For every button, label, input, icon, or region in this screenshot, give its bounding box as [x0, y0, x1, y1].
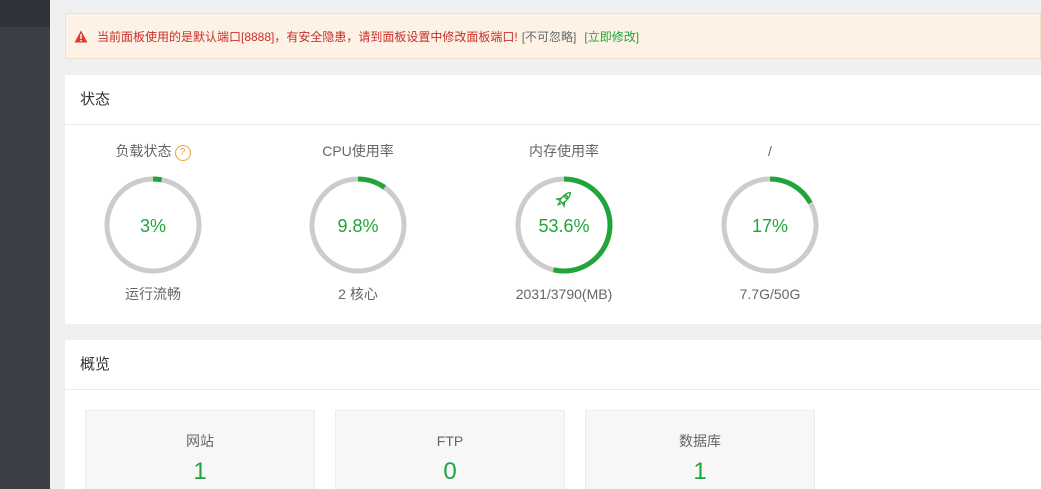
- card-value[interactable]: 1: [586, 457, 814, 487]
- status-panel: 状态 负载状态? 3% 运行流畅 CPU使用率 9.8% 2 核心 内存使用率 …: [65, 75, 1041, 324]
- cpu-title: CPU使用率: [322, 143, 394, 159]
- gauge-value: 53.6%: [538, 216, 589, 236]
- load-title: 负载状态: [115, 143, 172, 159]
- memory-ring: 53.6%: [515, 176, 613, 274]
- memory-gauge[interactable]: 内存使用率 53.6% 2031/3790(MB): [499, 141, 629, 304]
- sidebar-top: [0, 0, 50, 27]
- cpu-gauge[interactable]: CPU使用率 9.8% 2 核心: [293, 141, 423, 304]
- status-panel-title: 状态: [65, 75, 1041, 125]
- disk-usage-text: 7.7G/50G: [739, 286, 801, 302]
- card-label: FTP: [436, 433, 464, 449]
- fix-now-link[interactable]: [立即修改]: [584, 30, 639, 44]
- cpu-ring: 9.8%: [309, 176, 407, 274]
- gauge-value: 9.8%: [337, 216, 378, 236]
- ftp-card[interactable]: FTP 0: [335, 410, 565, 489]
- cpu-cores-text: 2 核心: [338, 286, 378, 302]
- card-label: 数据库: [679, 433, 721, 449]
- gauge-value: 3%: [140, 216, 166, 236]
- card-value[interactable]: 0: [336, 457, 564, 487]
- memory-title: 内存使用率: [529, 143, 599, 159]
- overview-panel-title: 概览: [65, 340, 1041, 390]
- disk-ring: 17%: [721, 176, 819, 274]
- warning-triangle-icon: [74, 30, 88, 43]
- top-bar: [50, 0, 1041, 12]
- gauge-title: 负载状态?: [88, 141, 218, 161]
- rocket-icon: [554, 191, 572, 209]
- port-warning-alert: 当前面板使用的是默认端口[8888]，有安全隐患，请到面板设置中修改面板端口![…: [65, 13, 1041, 59]
- sidebar: [0, 0, 50, 489]
- load-ring: 3%: [104, 176, 202, 274]
- website-card[interactable]: 网站 1: [85, 410, 315, 489]
- load-gauge[interactable]: 负载状态? 3% 运行流畅: [88, 141, 218, 304]
- help-icon[interactable]: ?: [174, 145, 191, 161]
- warning-message: 当前面板使用的是默认端口[8888]，有安全隐患，请到面板设置中修改面板端口!: [97, 30, 518, 44]
- main-content: 当前面板使用的是默认端口[8888]，有安全隐患，请到面板设置中修改面板端口![…: [50, 0, 1041, 489]
- ignore-label: [不可忽略]: [521, 30, 577, 44]
- card-value[interactable]: 1: [86, 457, 314, 487]
- overview-panel: 概览 网站 1 FTP 0 数据库 1: [65, 340, 1041, 489]
- load-status-text: 运行流畅: [125, 286, 181, 302]
- card-label: 网站: [186, 433, 214, 449]
- memory-usage-text: 2031/3790(MB): [515, 286, 613, 302]
- disk-gauge[interactable]: / 17% 7.7G/50G: [705, 141, 835, 304]
- database-card[interactable]: 数据库 1: [585, 410, 815, 489]
- gauge-value: 17%: [752, 216, 788, 236]
- disk-title: /: [768, 143, 772, 159]
